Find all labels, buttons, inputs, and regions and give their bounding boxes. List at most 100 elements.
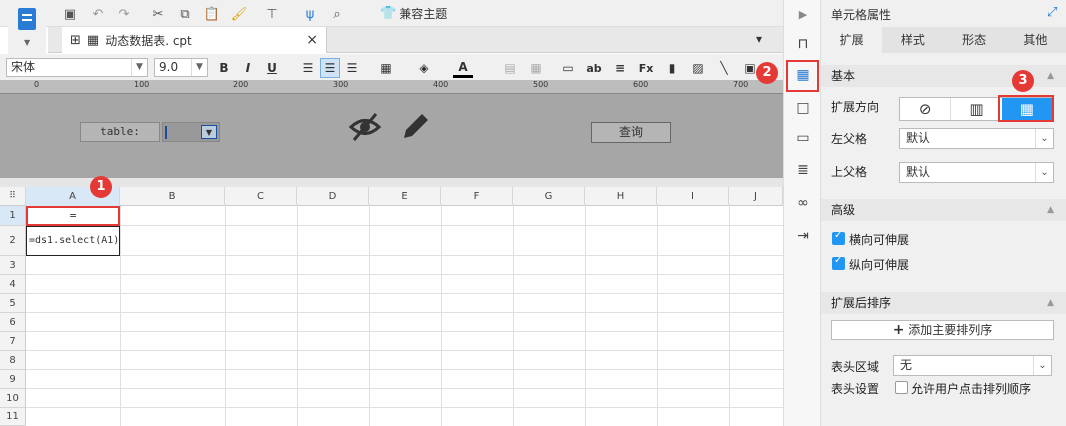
new-template-button[interactable]: ▼ (8, 0, 46, 58)
save-icon[interactable]: ▣ (60, 4, 80, 24)
align-left-icon[interactable]: ☰ (298, 58, 318, 78)
align-center-icon[interactable]: ☰ (320, 58, 340, 78)
horizontal-expand-checkbox[interactable]: ✓ (832, 230, 845, 245)
param-label: table: (80, 122, 160, 142)
row-header[interactable]: 11 (0, 408, 26, 426)
shirt-icon: 👕 (380, 6, 397, 21)
section-sort[interactable]: 扩展后排序 ▲ (821, 292, 1066, 314)
cell-a1-value: = (69, 209, 77, 222)
select-all-icon[interactable]: ⠿ (0, 187, 26, 206)
param-combo[interactable]: ▼ (162, 122, 220, 142)
insert-slash-icon[interactable]: ▭ (558, 58, 578, 78)
row-header[interactable]: 3 (0, 256, 26, 275)
vertical-expand-icon[interactable]: ▥ (950, 98, 1001, 120)
column-header-e[interactable]: E (369, 187, 441, 206)
vertical-expand-checkbox[interactable]: ✓ (832, 255, 845, 270)
chevron-down-icon: ▼ (131, 59, 147, 76)
row-header[interactable]: 8 (0, 351, 26, 370)
theme-button[interactable]: 👕 兼容主题 (380, 5, 447, 22)
insert-slash-line-icon[interactable]: ╲ (714, 58, 734, 78)
underline-button[interactable]: U (262, 58, 282, 78)
insert-formula-icon[interactable]: Fx (636, 58, 656, 78)
section-basic-title: 基本 (831, 69, 856, 83)
column-header-f[interactable]: F (441, 187, 513, 206)
section-advanced[interactable]: 高级 ▲ (821, 199, 1066, 221)
fill-color-icon[interactable]: ◈ (414, 58, 434, 78)
query-button[interactable]: 查询 (591, 122, 671, 143)
top-parent-select[interactable]: 默认 ⌄ (899, 162, 1054, 183)
collapse-icon: ▲ (1047, 205, 1054, 215)
row-header[interactable]: 7 (0, 332, 26, 351)
tab-document[interactable]: ⊞ ▦ 动态数据表. cpt × (62, 27, 327, 53)
header-area-select[interactable]: 无 ⌄ (893, 355, 1052, 376)
tab-other[interactable]: 其他 (1005, 27, 1066, 53)
font-name-select[interactable]: 宋体 ▼ (6, 58, 148, 77)
insert-richtext-icon[interactable]: ≡ (610, 58, 630, 78)
chevron-down-icon: ▼ (201, 125, 217, 139)
italic-button[interactable]: I (238, 58, 258, 78)
insert-image-icon[interactable]: ▨ (688, 58, 708, 78)
tab-style[interactable]: 样式 (882, 27, 943, 53)
row-header[interactable]: 5 (0, 294, 26, 313)
merge-cells-icon[interactable]: ▤ (500, 58, 520, 78)
insert-chart-icon[interactable]: ▮ (662, 58, 682, 78)
copy-icon[interactable]: ⧉ (175, 4, 195, 24)
pencil-icon[interactable] (398, 110, 432, 144)
undo-icon[interactable]: ↶ (88, 4, 108, 24)
unmerge-cells-icon[interactable]: ▦ (526, 58, 546, 78)
border-icon[interactable]: ▦ (376, 58, 396, 78)
plugin-icon[interactable]: ψ (300, 4, 320, 24)
cell-a2[interactable]: =ds1.select(A1) (26, 226, 120, 256)
row-header[interactable]: 6 (0, 313, 26, 332)
allow-user-sort-checkbox[interactable] (895, 381, 908, 394)
column-header-g[interactable]: G (513, 187, 585, 206)
left-parent-select[interactable]: 默认 ⌄ (899, 128, 1054, 149)
cell-a2-value: =ds1.select(A1) (29, 235, 120, 246)
condition-icon[interactable]: ≣ (793, 160, 813, 180)
column-header-i[interactable]: I (657, 187, 729, 206)
document-title: 动态数据表. cpt (105, 33, 192, 48)
font-color-icon[interactable]: A (453, 58, 473, 78)
cut-icon[interactable]: ✂ (148, 4, 168, 24)
insert-text-icon[interactable]: ab (584, 58, 604, 78)
collapse-icon: ▲ (1047, 71, 1054, 81)
section-sort-title: 扩展后排序 (831, 296, 892, 310)
row-header[interactable]: 10 (0, 389, 26, 408)
widget-icon[interactable]: ▭ (793, 128, 813, 148)
format-painter-icon[interactable]: 🖌 (229, 4, 249, 24)
text-field-icon[interactable]: ⊤ (262, 4, 282, 24)
cell-element-icon[interactable]: □ (793, 98, 813, 118)
hyperlink-icon[interactable]: ∞ (793, 193, 813, 213)
row-header[interactable]: 9 (0, 370, 26, 389)
tab-form[interactable]: 形态 (944, 27, 1005, 53)
column-header-h[interactable]: H (585, 187, 657, 206)
column-header-d[interactable]: D (297, 187, 369, 206)
eye-hidden-icon[interactable] (348, 110, 382, 144)
redo-icon[interactable]: ↷ (114, 4, 134, 24)
column-header-j[interactable]: J (729, 187, 783, 206)
bold-button[interactable]: B (214, 58, 234, 78)
cell-a1[interactable]: = (26, 206, 120, 226)
paste-icon[interactable]: 📋 (202, 4, 222, 24)
data-entry-icon[interactable]: ⇥ (793, 226, 813, 246)
column-header-b[interactable]: B (120, 187, 225, 206)
template-property-icon[interactable]: ⊓ (793, 34, 813, 54)
column-header-c[interactable]: C (225, 187, 297, 206)
font-size-select[interactable]: 9.0 ▼ (154, 58, 208, 77)
collapse-icon[interactable]: ▶ (793, 4, 813, 24)
add-sort-button[interactable]: + 添加主要排列序 (831, 320, 1054, 340)
plus-icon: + (892, 322, 905, 338)
close-tab-icon[interactable]: × (306, 32, 318, 48)
no-expand-icon[interactable]: ⊘ (900, 98, 950, 120)
cell-property-icon[interactable]: ▦ (793, 65, 813, 85)
tab-expand[interactable]: 扩展 (821, 27, 883, 53)
align-right-icon[interactable]: ☰ (342, 58, 362, 78)
row-header[interactable]: 2 (0, 226, 26, 256)
cpt-file-icon: ▦ (86, 32, 100, 48)
preview-icon[interactable]: ⌕ (327, 4, 347, 24)
row-header[interactable]: 4 (0, 275, 26, 294)
row-header[interactable]: 1 (0, 206, 26, 226)
tab-menu-icon[interactable]: ▾ (756, 32, 762, 46)
pin-icon[interactable]: ⤢ (1047, 5, 1057, 20)
callout-badge-3: 3 (1012, 70, 1034, 92)
